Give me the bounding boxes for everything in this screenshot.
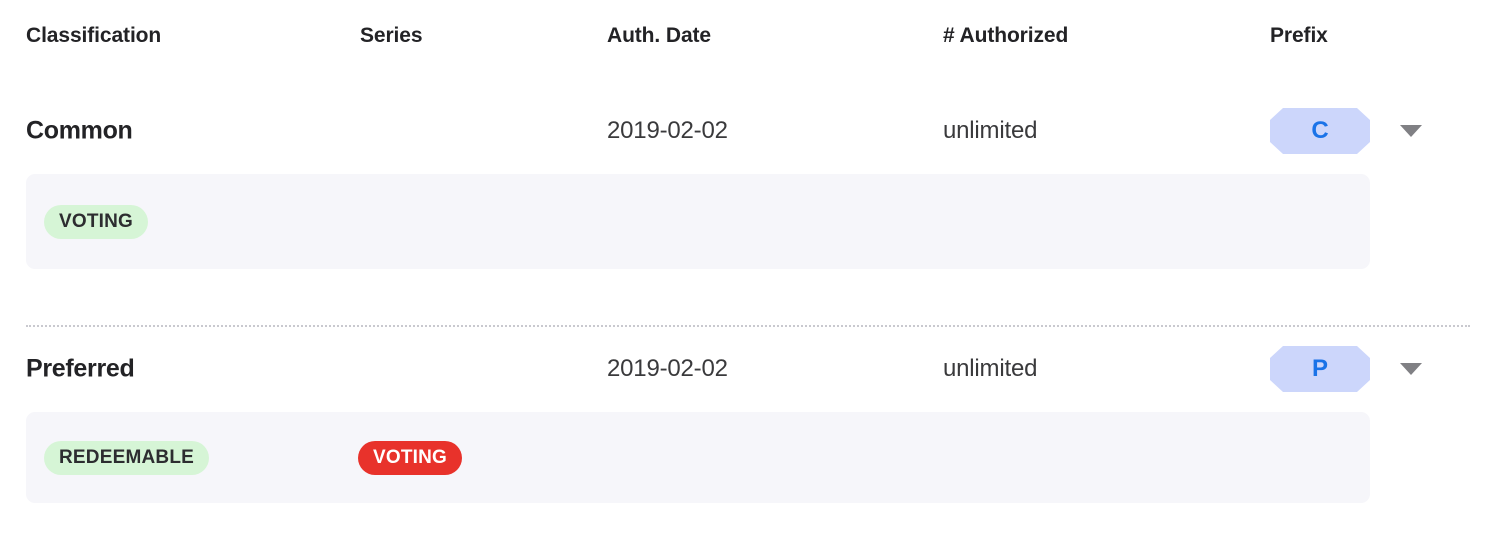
tag-redeemable[interactable]: REDEEMABLE [44,440,210,475]
row-summary-preferred[interactable]: Preferred 2019-02-02 unlimited P [0,331,1488,407]
tag-panel: REDEEMABLE VOTING [26,412,1370,503]
cell-prefix: P [1270,346,1400,392]
row-summary-common[interactable]: Common 2019-02-02 unlimited C [0,93,1488,169]
cell-num-authorized: unlimited [943,117,1038,144]
table-row: Preferred 2019-02-02 unlimited P REDEEMA… [0,331,1488,503]
cell-row-actions [1400,125,1460,137]
cell-auth-date: 2019-02-02 [607,117,728,144]
prefix-badge[interactable]: P [1270,346,1370,392]
tag-voting[interactable]: VOTING [44,204,149,239]
cell-classification: Common [26,116,133,145]
column-header-prefix: Prefix [1270,24,1328,47]
table-row: Common 2019-02-02 unlimited C VOTING [0,93,1488,269]
tag-voting[interactable]: VOTING [358,440,463,475]
column-header-classification: Classification [26,24,162,47]
cell-auth-date: 2019-02-02 [607,355,728,382]
cell-classification: Preferred [26,354,135,383]
cell-row-actions [1400,363,1460,375]
cell-num-authorized: unlimited [943,355,1038,382]
column-header-series: Series [360,24,423,47]
row-divider [26,325,1470,327]
table-header-row: Classification Series Auth. Date # Autho… [0,0,1488,72]
cell-prefix: C [1270,108,1400,154]
prefix-badge[interactable]: C [1270,108,1370,154]
column-header-num-authorized: # Authorized [943,24,1069,47]
tag-panel: VOTING [26,174,1370,269]
caret-down-icon[interactable] [1400,363,1422,375]
share-classes-table: Classification Series Auth. Date # Autho… [0,0,1488,536]
column-header-auth-date: Auth. Date [607,24,712,47]
caret-down-icon[interactable] [1400,125,1422,137]
